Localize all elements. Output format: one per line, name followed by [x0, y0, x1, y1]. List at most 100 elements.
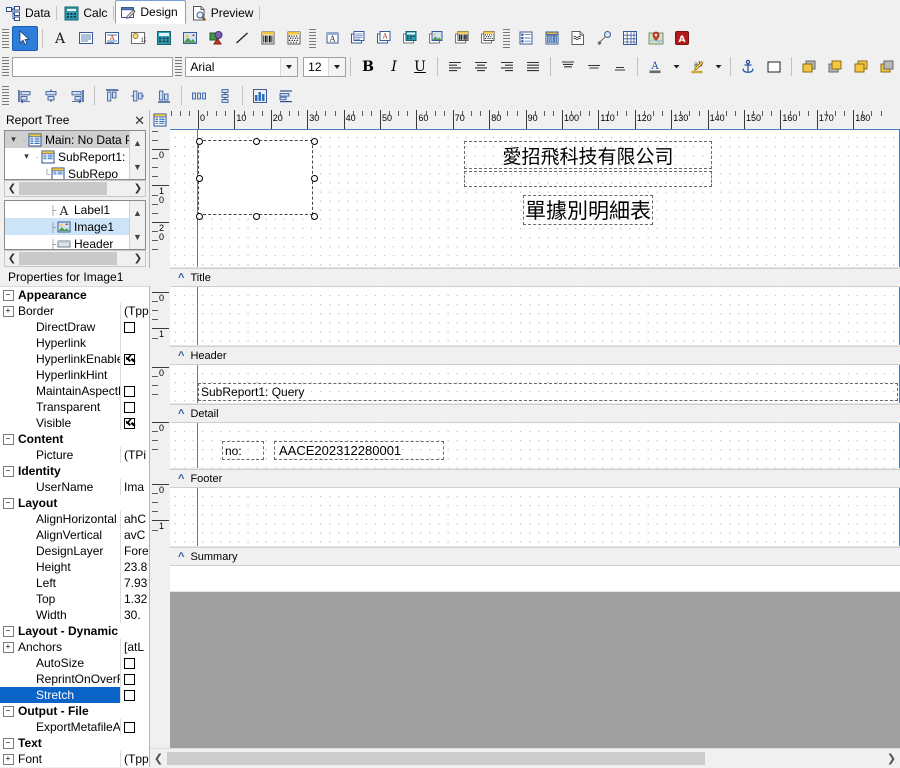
property-row-username[interactable]: UserName Ima	[0, 479, 149, 495]
property-value[interactable]: 1.32	[120, 591, 149, 607]
property-value[interactable]	[120, 367, 149, 383]
property-row-border[interactable]: + Border (Tpp	[0, 303, 149, 319]
expand-box-icon[interactable]: +	[0, 753, 16, 765]
horizontal-ruler[interactable]: 0 10 20 30 40 50 60 70 80 90 100 110 120 130 140 150 160…	[170, 110, 900, 130]
report-object-company-label[interactable]: 愛招飛科技有限公司	[464, 141, 712, 169]
font-color-icon[interactable]: A	[642, 54, 668, 79]
align-objects-right-button[interactable]	[64, 83, 90, 108]
bold-button[interactable]: B	[355, 55, 381, 78]
pdf-tool[interactable]: A	[669, 26, 695, 51]
hscroll-track[interactable]	[167, 751, 883, 766]
band-footer-area[interactable]	[170, 488, 900, 547]
property-value[interactable]	[120, 319, 149, 335]
db-memo-tool[interactable]	[345, 26, 371, 51]
resize-handle-s[interactable]	[253, 212, 260, 220]
resize-handle-ne[interactable]	[310, 137, 318, 145]
db-barcode-tool[interactable]	[449, 26, 475, 51]
chevron-down-icon-sub1[interactable]: ▾	[20, 148, 33, 165]
property-value[interactable]: ahC	[120, 511, 149, 527]
barcode-tool[interactable]	[255, 26, 281, 51]
properties-grid[interactable]: − Appearance + Border (Tpp DirectDraw Hyperlin…	[0, 286, 149, 767]
property-row-transparent[interactable]: Transparent	[0, 399, 149, 415]
align-right-button[interactable]	[494, 54, 520, 79]
chevron-right-icon[interactable]: ❯	[131, 183, 145, 194]
font-group-grip[interactable]	[175, 57, 183, 76]
chevron-right-icon-3[interactable]: ❯	[883, 752, 900, 765]
align-objects-middle-v-button[interactable]	[125, 83, 151, 108]
checkbox-unchecked-icon[interactable]	[124, 689, 135, 701]
align-justify-button[interactable]	[520, 54, 546, 79]
band-title-area[interactable]: 愛招飛科技有限公司 單據別明細表	[170, 129, 900, 268]
property-row-designlayer[interactable]: DesignLayer Fore	[0, 543, 149, 559]
property-value[interactable]: 23.8	[120, 559, 149, 575]
rich-text-tool[interactable]: A	[99, 26, 125, 51]
report-tree-lower-vscroll[interactable]: ▲ ▼	[129, 201, 145, 249]
property-row-alignvertical[interactable]: AlignVertical avC	[0, 527, 149, 543]
tab-preview[interactable]: Preview	[186, 2, 262, 24]
property-category-layout[interactable]: − Layout	[0, 495, 149, 511]
property-value[interactable]: (Tpp	[120, 751, 149, 767]
align-toolbar-grip[interactable]	[2, 86, 9, 105]
style-combo[interactable]	[12, 56, 174, 77]
hscroll-thumb-upper[interactable]	[19, 182, 107, 195]
property-row-autosize[interactable]: AutoSize	[0, 655, 149, 671]
resize-handle-e[interactable]	[310, 175, 318, 182]
property-row-left[interactable]: Left 7.93	[0, 575, 149, 591]
underline-button[interactable]: U	[407, 55, 433, 78]
property-row-alignhorizontal[interactable]: AlignHorizontal ahC	[0, 511, 149, 527]
size-to-widest-button[interactable]	[247, 83, 273, 108]
property-row-height[interactable]: Height 23.8	[0, 559, 149, 575]
collapse-box-icon[interactable]: −	[0, 497, 16, 509]
checkbox-unchecked-icon[interactable]	[124, 657, 135, 669]
tree-node-subreport2[interactable]: └ SubRepo	[5, 165, 145, 179]
send-backward-button[interactable]	[874, 54, 900, 79]
qrcode-tool[interactable]	[281, 26, 307, 51]
tree-node-label1[interactable]: ├ A Label1	[5, 201, 145, 218]
valign-bottom-button[interactable]	[607, 54, 633, 79]
chevron-down-icon-main[interactable]: ▾	[7, 131, 20, 148]
crosstab-tool[interactable]	[617, 26, 643, 51]
checkbox-unchecked-icon[interactable]	[124, 721, 135, 733]
chevron-down-icon-2[interactable]	[328, 57, 345, 76]
report-tree-lower-hscroll[interactable]: ❮ ❯	[4, 250, 146, 267]
property-value[interactable]	[120, 415, 149, 431]
property-value[interactable]	[120, 719, 149, 735]
map-tool[interactable]	[643, 26, 669, 51]
property-row-hyperlink[interactable]: Hyperlink	[0, 335, 149, 351]
property-value[interactable]: (Tpp	[120, 303, 149, 319]
property-row-anchors[interactable]: + Anchors [atL	[0, 639, 149, 655]
property-value[interactable]: Ima	[120, 479, 149, 495]
valign-top-button[interactable]	[555, 54, 581, 79]
property-value[interactable]: [atL	[120, 639, 149, 655]
toolbar-grip[interactable]	[2, 28, 9, 48]
property-row-visible[interactable]: Visible	[0, 415, 149, 431]
collapse-box-icon[interactable]: −	[0, 465, 16, 477]
align-objects-top-button[interactable]	[99, 83, 125, 108]
report-tree-upper-hscroll[interactable]: ❮ ❯	[4, 180, 146, 197]
property-value[interactable]	[120, 351, 149, 367]
property-value[interactable]: Fore	[120, 543, 149, 559]
db-calc-tool[interactable]	[397, 26, 423, 51]
collapse-box-icon[interactable]: −	[0, 289, 16, 301]
chevron-up-icon-summary[interactable]: ^	[178, 551, 184, 563]
chevron-up-icon[interactable]: ▲	[130, 131, 145, 155]
dbtext-tool[interactable]: 12	[125, 26, 151, 51]
property-row-stretch[interactable]: Stretch	[0, 687, 149, 703]
italic-button[interactable]: I	[381, 55, 407, 78]
tree-node-header[interactable]: ├ Header	[5, 235, 145, 250]
highlight-color-dropdown-icon[interactable]	[710, 54, 726, 79]
db-label-tool[interactable]: A	[319, 26, 345, 51]
align-objects-bottom-button[interactable]	[151, 83, 177, 108]
band-summary-area[interactable]	[170, 566, 900, 592]
checkbox-unchecked-icon[interactable]	[124, 673, 135, 685]
highlight-color-icon[interactable]: ab	[684, 54, 710, 79]
anchor-icon[interactable]	[735, 54, 761, 79]
chevron-left-icon-2[interactable]: ❮	[5, 253, 19, 264]
band-header-content-area[interactable]: SubReport1: Query	[170, 365, 900, 404]
band-bar-title[interactable]: ^ Title	[170, 268, 900, 287]
align-objects-center-h-button[interactable]	[38, 83, 64, 108]
db-qrcode-tool[interactable]	[475, 26, 501, 51]
resize-handle-n[interactable]	[253, 137, 260, 145]
collapse-box-icon[interactable]: −	[0, 705, 16, 717]
label-text-tool[interactable]: A	[47, 26, 73, 51]
